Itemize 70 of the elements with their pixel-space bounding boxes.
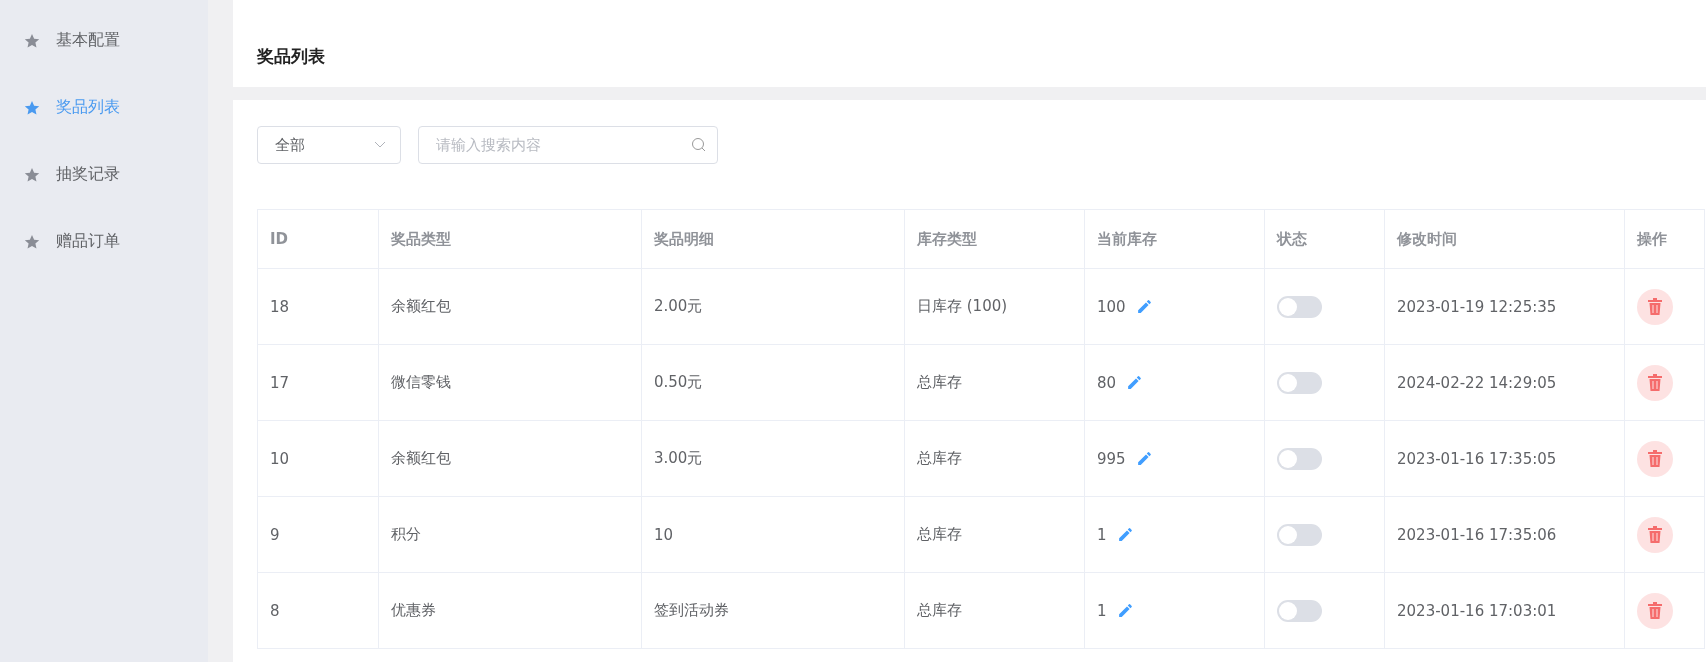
table-cell: 总库存 [904, 420, 1085, 497]
sidebar-item[interactable]: 抽奖记录 [56, 164, 120, 185]
pencil-icon[interactable] [1135, 450, 1153, 467]
star-icon [24, 166, 40, 183]
trash-icon [1647, 526, 1663, 543]
delete-button[interactable] [1637, 516, 1673, 553]
trash-icon [1647, 298, 1663, 315]
delete-button[interactable] [1637, 440, 1673, 477]
toggle-switch[interactable] [1277, 523, 1322, 546]
pencil-icon[interactable] [1135, 298, 1153, 315]
table-cell: 2023-01-16 17:35:05 [1384, 420, 1625, 497]
table-cell: 2023-01-19 12:25:35 [1384, 268, 1625, 345]
star-icon [24, 99, 40, 116]
table-cell: 0.50元 [641, 344, 905, 421]
column-header: 库存类型 [904, 209, 1085, 269]
sidebar-item[interactable]: 基本配置 [56, 30, 120, 51]
table-cell: 2023-01-16 17:03:01 [1384, 572, 1625, 649]
table-cell: 积分 [378, 496, 642, 573]
delete-button[interactable] [1637, 364, 1673, 401]
table-cell: 总库存 [904, 344, 1085, 421]
table-cell: 总库存 [904, 496, 1085, 573]
column-header: 当前库存 [1084, 209, 1265, 269]
stock-value: 100 [1097, 297, 1126, 316]
column-header: 修改时间 [1384, 209, 1625, 269]
caret-icon [374, 141, 386, 149]
column-header: 奖品类型 [378, 209, 642, 269]
table-cell: 余额红包 [378, 268, 642, 345]
column-header: 奖品明细 [641, 209, 905, 269]
table-cell: 2024-02-22 14:29:05 [1384, 344, 1625, 421]
table-cell: 优惠券 [378, 572, 642, 649]
table-cell: 2023-01-16 17:35:06 [1384, 496, 1625, 573]
search-icon [691, 137, 706, 152]
page-title: 奖品列表 [257, 45, 325, 68]
table-cell: 余额红包 [378, 420, 642, 497]
table-cell: 10 [257, 420, 379, 497]
table-cell: 总库存 [904, 572, 1085, 649]
trash-icon [1647, 450, 1663, 467]
column-header: 状态 [1264, 209, 1385, 269]
toggle-switch[interactable] [1277, 371, 1322, 394]
table-cell: 17 [257, 344, 379, 421]
column-header: 操作 [1624, 209, 1705, 269]
table-cell: 10 [641, 496, 905, 573]
star-icon [24, 32, 40, 49]
table-cell: 2.00元 [641, 268, 905, 345]
trash-icon [1647, 602, 1663, 619]
toggle-switch[interactable] [1277, 295, 1322, 318]
sidebar-item[interactable]: 赠品订单 [56, 231, 120, 252]
search-field[interactable]: 请输入搜索内容 [418, 126, 718, 164]
pencil-icon[interactable] [1116, 602, 1134, 619]
stock-value: 1 [1097, 601, 1107, 620]
table-cell: 微信零钱 [378, 344, 642, 421]
delete-button[interactable] [1637, 592, 1673, 629]
toggle-switch[interactable] [1277, 599, 1322, 622]
pencil-icon[interactable] [1126, 374, 1144, 391]
table-cell: 8 [257, 572, 379, 649]
table-cell: 9 [257, 496, 379, 573]
trash-icon [1647, 374, 1663, 391]
pencil-icon[interactable] [1116, 526, 1134, 543]
table-cell: 18 [257, 268, 379, 345]
stock-value: 1 [1097, 525, 1107, 544]
stock-value: 995 [1097, 449, 1126, 468]
column-header: ID [257, 209, 379, 269]
star-icon [24, 233, 40, 250]
stock-value: 80 [1097, 373, 1117, 392]
delete-button[interactable] [1637, 288, 1673, 325]
table-cell: 日库存 (100) [904, 268, 1085, 345]
table-cell: 3.00元 [641, 420, 905, 497]
type-select[interactable]: 全部 [257, 126, 401, 164]
toggle-switch[interactable] [1277, 447, 1322, 470]
table-cell: 签到活动券 [641, 572, 905, 649]
